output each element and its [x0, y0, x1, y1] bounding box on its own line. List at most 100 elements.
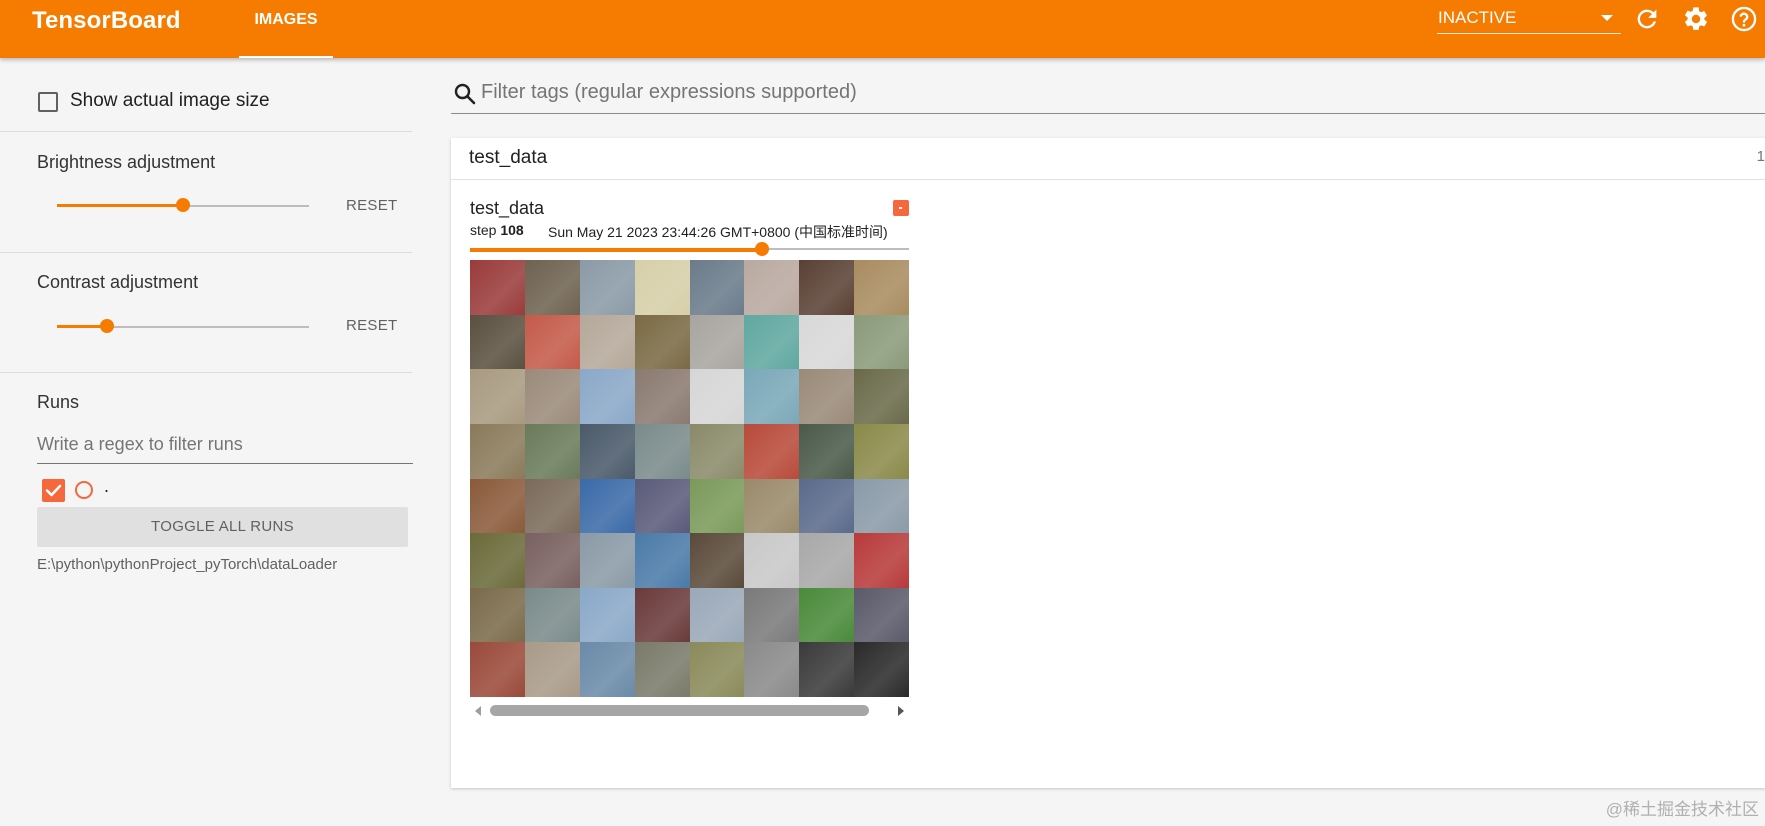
image-thumbnail [470, 478, 525, 534]
plugin-selector-value: INACTIVE [1438, 8, 1517, 27]
image-card-tag: test_data [470, 198, 545, 218]
image-thumbnail [470, 369, 525, 424]
brightness-slider-thumb[interactable] [176, 198, 190, 212]
contrast-reset-button[interactable]: RESET [346, 317, 398, 334]
scroll-left-arrow-icon[interactable] [475, 706, 481, 716]
run-color-swatch [893, 200, 909, 216]
image-thumbnail [470, 533, 525, 588]
tag-filter-placeholder: Filter tags (regular expressions support… [481, 81, 857, 103]
show-actual-size-checkbox[interactable] [38, 92, 58, 112]
tag-filter-input[interactable]: Filter tags (regular expressions support… [451, 72, 1765, 114]
image-thumbnail [579, 369, 635, 424]
image-thumbnail [854, 423, 909, 479]
image-grid [470, 260, 909, 697]
image-thumbnail [524, 587, 580, 643]
tag-group-header[interactable]: test_data 1 [451, 138, 1765, 180]
image-thumbnail [634, 478, 690, 534]
image-thumbnail [524, 314, 580, 370]
show-actual-size-label: Show actual image size [70, 90, 270, 111]
tab-images[interactable]: IMAGES [239, 0, 333, 58]
image-thumbnail [634, 642, 690, 697]
image-thumbnail [524, 533, 580, 588]
app-title: TensorBoard [32, 7, 181, 34]
image-card-timestamp: Sun May 21 2023 23:44:26 GMT+0800 (中国标准时… [548, 224, 888, 240]
horizontal-scrollbar[interactable] [470, 701, 909, 719]
image-thumbnail [799, 642, 855, 697]
step-slider-thumb[interactable] [755, 242, 769, 256]
contrast-slider-thumb[interactable] [100, 319, 114, 333]
image-thumbnail [854, 587, 909, 643]
sidebar: Show actual image size Brightness adjust… [0, 58, 413, 826]
image-thumbnail [524, 369, 580, 424]
image-thumbnail [744, 314, 800, 370]
image-thumbnail [799, 314, 855, 370]
logdir-path: E:\python\pythonProject_pyTorch\dataLoad… [37, 556, 338, 573]
image-thumbnail [579, 423, 635, 479]
brightness-reset-button[interactable]: RESET [346, 197, 398, 214]
image-thumbnail [470, 587, 525, 643]
image-thumbnail [744, 369, 800, 424]
image-thumbnail [524, 423, 580, 479]
run-name: . [104, 476, 110, 496]
image-thumbnail [689, 478, 745, 534]
image-thumbnail [634, 587, 690, 643]
step-slider-fill [470, 248, 762, 252]
image-thumbnail [799, 478, 855, 534]
image-thumbnail [579, 260, 635, 315]
image-thumbnail [744, 533, 800, 588]
search-icon [454, 83, 476, 105]
image-thumbnail [579, 587, 635, 643]
image-thumbnail [744, 423, 800, 479]
image-thumbnail [470, 642, 525, 697]
image-thumbnail [854, 478, 909, 534]
image-thumbnail [634, 423, 690, 479]
image-thumbnail [744, 642, 800, 697]
step-value: 108 [500, 222, 524, 238]
image-thumbnail [579, 314, 635, 370]
image-thumbnail [854, 533, 909, 588]
runs-regex-input[interactable]: Write a regex to filter runs [37, 430, 413, 464]
top-app-bar: TensorBoard IMAGES INACTIVE [0, 0, 1765, 58]
image-thumbnail [689, 423, 745, 479]
image-thumbnail [744, 587, 800, 643]
image-thumbnail [634, 533, 690, 588]
scrollbar-thumb[interactable] [490, 705, 869, 716]
run-color-radio[interactable] [75, 481, 93, 499]
image-thumbnail [799, 369, 855, 424]
scroll-right-arrow-icon[interactable] [898, 706, 904, 716]
brightness-slider-fill [57, 204, 183, 207]
image-thumbnail [744, 260, 800, 315]
image-thumbnail [854, 260, 909, 315]
image-thumbnail [634, 260, 690, 315]
tag-group-panel: test_data 1 test_data step 108 Sun May 2… [451, 138, 1765, 788]
image-thumbnail [689, 533, 745, 588]
image-thumbnail [854, 369, 909, 424]
image-thumbnail [634, 369, 690, 424]
toggle-all-runs-button[interactable]: TOGGLE ALL RUNS [37, 507, 408, 547]
image-thumbnail [579, 478, 635, 534]
image-thumbnail [524, 260, 580, 315]
image-thumbnail [470, 314, 525, 370]
image-thumbnail [854, 314, 909, 370]
image-thumbnail [799, 533, 855, 588]
image-thumbnail [524, 642, 580, 697]
run-checkbox[interactable] [42, 479, 65, 502]
image-thumbnail [744, 478, 800, 534]
contrast-title: Contrast adjustment [37, 272, 199, 292]
image-thumbnail [470, 260, 525, 315]
plugin-selector[interactable]: INACTIVE [1437, 6, 1621, 34]
image-thumbnail [470, 423, 525, 479]
divider [0, 372, 412, 373]
image-thumbnail [799, 260, 855, 315]
image-thumbnail [579, 642, 635, 697]
image-thumbnail [634, 314, 690, 370]
image-thumbnail [799, 587, 855, 643]
refresh-icon[interactable] [1633, 5, 1661, 33]
help-icon[interactable] [1730, 5, 1758, 33]
chevron-down-icon [1601, 15, 1613, 21]
gear-icon[interactable] [1682, 5, 1710, 33]
image-thumbnail [689, 369, 745, 424]
image-thumbnail [689, 260, 745, 315]
runs-title: Runs [37, 392, 80, 412]
tab-images-label: IMAGES [254, 11, 318, 28]
